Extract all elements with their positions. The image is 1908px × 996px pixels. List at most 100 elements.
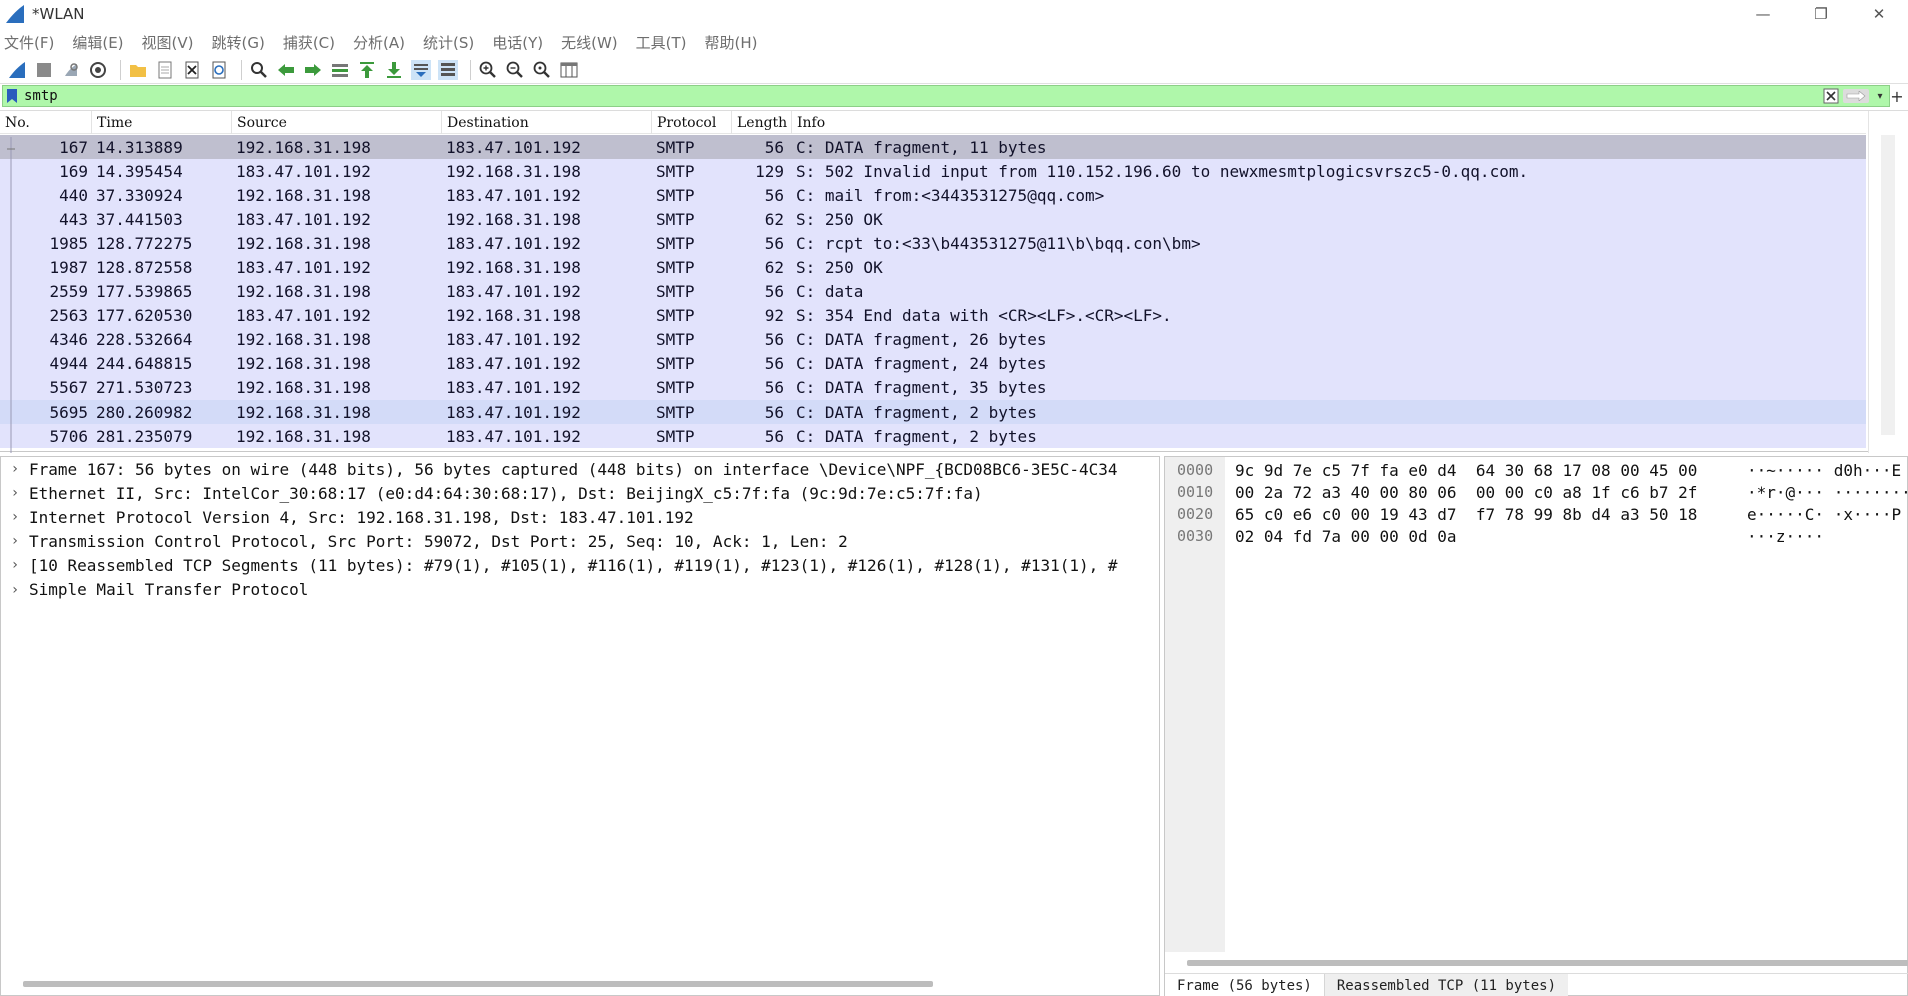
menu-tools[interactable]: 工具(T) [636,32,687,53]
menu-file[interactable]: 文件(F) [4,32,54,53]
capture-options-button[interactable] [87,59,109,81]
column-header-info[interactable]: Info [792,111,1866,134]
chevron-right-icon[interactable]: › [1,582,29,598]
bookmark-icon[interactable] [6,88,18,104]
ascii-row[interactable]: ··~····· d0h···E [1747,459,1908,481]
normal-size-button[interactable] [531,59,553,81]
colorize-button[interactable] [437,59,459,81]
cell-time: 37.330924 [96,185,183,205]
first-packet-button[interactable] [356,59,378,81]
table-row[interactable]: 167 14.313889 192.168.31.198 183.47.101.… [0,135,1866,160]
column-header-source[interactable]: Source [232,111,442,134]
column-header-length[interactable]: Length [732,111,792,134]
table-row[interactable]: 1985 128.772275 192.168.31.198 183.47.10… [0,231,1866,256]
reload-file-button[interactable] [208,59,230,81]
minimize-button[interactable]: — [1734,0,1792,28]
resize-columns-button[interactable] [558,59,580,81]
cell-destination: 192.168.31.198 [446,161,581,181]
tree-item-ethernet[interactable]: › Ethernet II, Src: IntelCor_30:68:17 (e… [1,481,1159,505]
close-file-button[interactable] [181,59,203,81]
cell-time: 37.441503 [96,209,183,229]
chevron-right-icon[interactable]: › [1,485,29,501]
arrow-right-icon [1846,91,1866,101]
packet-list-scrollbar[interactable] [1868,111,1908,453]
menu-telephony[interactable]: 电话(Y) [492,32,543,53]
menu-help[interactable]: 帮助(H) [705,32,758,53]
auto-scroll-button[interactable] [410,59,432,81]
last-packet-button[interactable] [383,59,405,81]
chevron-right-icon[interactable]: › [1,509,29,525]
start-capture-button[interactable] [6,59,28,81]
clear-filter-icon[interactable] [1823,88,1839,104]
menu-go[interactable]: 跳转(G) [212,32,265,53]
chevron-right-icon[interactable]: › [1,461,29,477]
display-filter-input[interactable] [24,86,1823,106]
cell-info: C: DATA fragment, 2 bytes [796,426,1037,446]
tree-item-smtp[interactable]: › Simple Mail Transfer Protocol [1,577,1159,601]
menu-edit[interactable]: 编辑(E) [72,32,123,53]
chevron-right-icon[interactable]: › [1,533,29,549]
shark-fin-icon [9,61,25,78]
tree-item-tcp[interactable]: › Transmission Control Protocol, Src Por… [1,529,1159,553]
bytes-horizontal-scrollbar[interactable] [1187,960,1908,966]
cell-source: 192.168.31.198 [236,233,371,253]
restore-button[interactable]: ❐ [1792,0,1850,28]
cell-info: C: DATA fragment, 26 bytes [796,330,1047,350]
hex-row[interactable]: 65 c0 e6 c0 00 19 43 d7 f7 78 99 8b d4 a… [1235,503,1697,525]
menu-statistics[interactable]: 统计(S) [423,32,474,53]
tree-item-frame[interactable]: › Frame 167: 56 bytes on wire (448 bits)… [1,457,1159,481]
close-button[interactable]: ✕ [1850,0,1908,28]
menu-capture[interactable]: 捕获(C) [283,32,335,53]
table-row[interactable]: 1987 128.872558 183.47.101.192 192.168.3… [0,255,1866,280]
column-header-protocol[interactable]: Protocol [652,111,732,134]
menu-analyze[interactable]: 分析(A) [353,32,405,53]
tree-item-label: Internet Protocol Version 4, Src: 192.16… [29,507,694,527]
cell-destination: 192.168.31.198 [446,306,581,326]
ascii-column[interactable]: ··~····· d0h···E ·*r·@··· ········ e····… [1747,459,1908,547]
table-row[interactable]: 4346 228.532664 192.168.31.198 183.47.10… [0,327,1866,352]
table-row[interactable]: 443 37.441503 183.47.101.192 192.168.31.… [0,207,1866,232]
goto-packet-icon [332,63,348,77]
menu-wireless[interactable]: 无线(W) [561,32,618,53]
cell-protocol: SMTP [656,330,695,350]
hex-row[interactable]: 02 04 fd 7a 00 00 0d 0a [1235,525,1697,547]
table-row[interactable]: 5706 281.235079 192.168.31.198 183.47.10… [0,424,1866,449]
table-row[interactable]: 5567 271.530723 192.168.31.198 183.47.10… [0,375,1866,401]
ascii-row[interactable]: ···z···· [1747,525,1908,547]
restart-capture-button[interactable] [60,59,82,81]
stop-capture-button[interactable] [33,59,55,81]
column-header-destination[interactable]: Destination [442,111,652,134]
go-back-button[interactable] [275,59,297,81]
ascii-row[interactable]: e·····C· ·x····P [1747,503,1908,525]
add-filter-button[interactable]: + [1890,85,1904,107]
go-to-packet-button[interactable] [329,59,351,81]
scrollbar-thumb[interactable] [1881,135,1895,435]
tree-item-ipv4[interactable]: › Internet Protocol Version 4, Src: 192.… [1,505,1159,529]
menu-view[interactable]: 视图(V) [142,32,194,53]
go-forward-button[interactable] [302,59,324,81]
table-row[interactable]: 440 37.330924 192.168.31.198 183.47.101.… [0,183,1866,208]
chevron-down-icon[interactable]: ▾ [1873,88,1887,104]
column-header-time[interactable]: Time [92,111,232,134]
table-row[interactable]: 4944 244.648815 192.168.31.198 183.47.10… [0,351,1866,376]
apply-filter-button[interactable] [1843,89,1869,103]
table-row[interactable]: 2563 177.620530 183.47.101.192 192.168.3… [0,303,1866,328]
tab-reassembled-tcp[interactable]: Reassembled TCP (11 bytes) [1324,974,1569,996]
save-file-button[interactable] [154,59,176,81]
table-row[interactable]: 169 14.395454 183.47.101.192 192.168.31.… [0,159,1866,184]
open-file-button[interactable] [127,59,149,81]
tab-frame-bytes[interactable]: Frame (56 bytes) [1165,974,1325,996]
zoom-out-button[interactable] [504,59,526,81]
find-packet-button[interactable] [248,59,270,81]
details-horizontal-scrollbar[interactable] [23,981,933,987]
hex-row[interactable]: 00 2a 72 a3 40 00 80 06 00 00 c0 a8 1f c… [1235,481,1697,503]
table-row[interactable]: 5695 280.260982 192.168.31.198 183.47.10… [0,400,1866,425]
hex-column[interactable]: 9c 9d 7e c5 7f fa e0 d4 64 30 68 17 08 0… [1235,459,1697,547]
cell-info: C: DATA fragment, 24 bytes [796,354,1047,374]
chevron-right-icon[interactable]: › [1,557,29,573]
tree-item-reassembled[interactable]: › [10 Reassembled TCP Segments (11 bytes… [1,553,1159,577]
table-row[interactable]: 2559 177.539865 192.168.31.198 183.47.10… [0,279,1866,304]
hex-row[interactable]: 9c 9d 7e c5 7f fa e0 d4 64 30 68 17 08 0… [1235,459,1697,481]
ascii-row[interactable]: ·*r·@··· ········ [1747,481,1908,503]
zoom-in-button[interactable] [477,59,499,81]
